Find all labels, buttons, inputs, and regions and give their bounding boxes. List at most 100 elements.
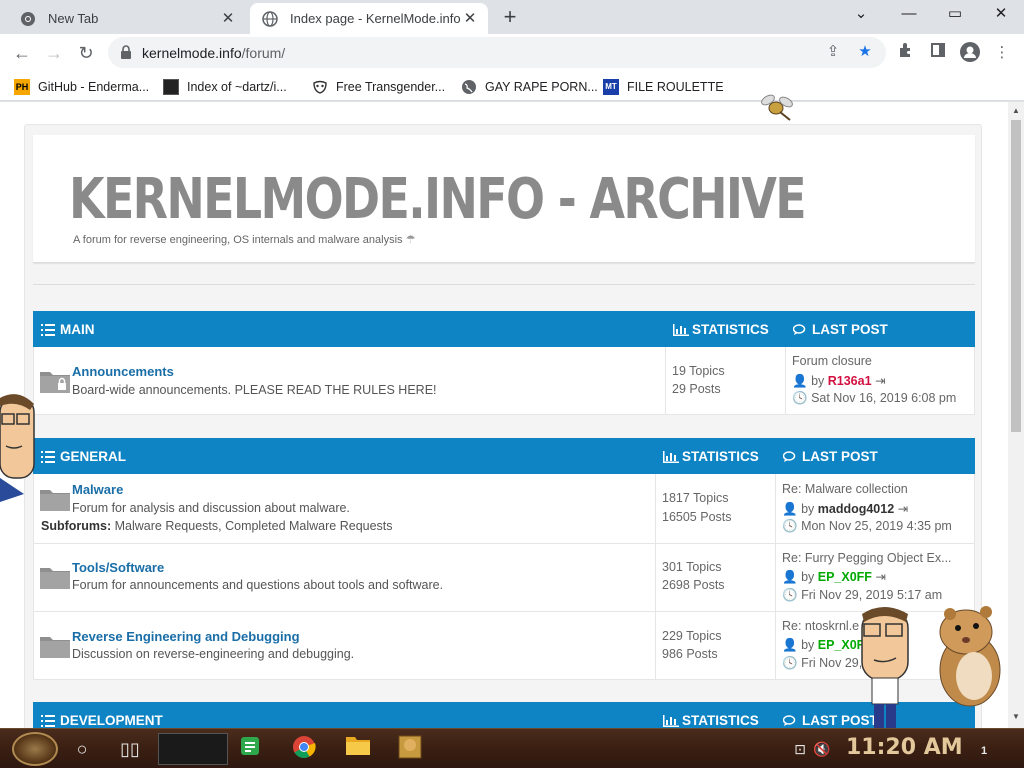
bookmark-item[interactable]: MT FILE ROULETTE — [603, 77, 724, 97]
browser-toolbar: ← → ↻ kernelmode.info/forum/ ⇪ ★ ⋮ — [0, 34, 1024, 72]
scrollbar-thumb[interactable] — [1011, 120, 1021, 432]
folder-locked-icon — [40, 369, 70, 393]
goto-post-icon[interactable]: ⇥ — [875, 570, 885, 584]
category-header: MAIN STATISTICS LAST POST — [33, 311, 975, 347]
last-post-title[interactable]: Re: ntoskrnl.e — [782, 619, 859, 633]
category-development: DEVELOPMENT STATISTICS LAST POST — [33, 702, 975, 728]
folder-icon — [40, 565, 70, 589]
star-icon[interactable]: ★ — [854, 41, 876, 63]
forum-last-post: Forum closure 👤 by R136a1 ⇥ 🕓 Sat Nov 16… — [785, 347, 975, 414]
start-button[interactable] — [12, 732, 58, 766]
ph-icon: PH — [14, 79, 30, 95]
category-title[interactable]: MAIN — [41, 322, 95, 337]
goto-post-icon[interactable]: ⇥ — [875, 374, 885, 388]
statistics-header: STATISTICS — [673, 322, 769, 337]
folder-icon — [40, 634, 70, 658]
new-tab-button[interactable]: + — [498, 6, 522, 30]
tab-new-tab[interactable]: New Tab ✕ — [8, 3, 246, 34]
spreadsheet-app-icon[interactable] — [236, 735, 264, 763]
forum-description: Forum for announcements and questions ab… — [72, 578, 444, 592]
last-post-author: 👤 by EP_X0FF ⇥ — [782, 570, 886, 584]
tab-title: New Tab — [48, 11, 99, 26]
username-link[interactable]: maddog4012 — [818, 502, 894, 516]
forum-stats: 301 Topics 2698 Posts — [655, 544, 775, 611]
notification-center-icon[interactable]: 1 — [970, 735, 998, 763]
restore-button[interactable]: ▭ — [932, 0, 978, 30]
forum-title-link[interactable]: Announcements — [72, 364, 174, 379]
comments-icon — [782, 714, 797, 727]
category-title[interactable]: GENERAL — [41, 449, 126, 464]
clock-icon: 🕓 — [792, 391, 808, 405]
taskbar-clock[interactable]: 11:20 AM — [846, 735, 963, 760]
share-icon[interactable]: ⇪ — [822, 41, 844, 63]
notification-count: 1 — [980, 745, 988, 757]
forum-title-link[interactable]: Malware — [72, 482, 123, 497]
task-view-icon[interactable]: ▯▯ — [116, 735, 144, 763]
taskbar-search-box[interactable] — [158, 733, 228, 765]
close-icon[interactable]: ✕ — [460, 9, 480, 29]
taskbar: ○ ▯▯ ⊡ 🔇 11:20 AM 1 — [0, 728, 1024, 768]
subforum-links[interactable]: Malware Requests, Completed Malware Requ… — [115, 519, 393, 533]
forum-description: Board-wide announcements. PLEASE READ TH… — [72, 383, 437, 397]
list-icon — [41, 323, 55, 336]
url-text: kernelmode.info/forum/ — [142, 45, 286, 61]
last-post-author: 👤 by maddog4012 ⇥ — [782, 502, 909, 516]
last-post-title[interactable]: Re: Malware collection — [782, 482, 908, 496]
user-icon: 👤 — [782, 570, 798, 584]
volume-muted-icon[interactable]: 🔇 — [808, 735, 836, 763]
reload-icon[interactable]: ↻ — [74, 41, 98, 65]
bookmarks-bar: PH GitHub - Enderma... Index of ~dartz/i… — [0, 72, 1024, 101]
last-post-title[interactable]: Forum closure — [792, 354, 872, 368]
cortana-icon[interactable]: ○ — [68, 735, 96, 763]
mt-icon: MT — [603, 79, 619, 95]
scroll-up-arrow-icon[interactable]: ▲ — [1012, 106, 1020, 115]
minimize-button[interactable]: — — [886, 0, 932, 30]
bookmark-item[interactable]: PH GitHub - Enderma... — [14, 77, 149, 97]
close-window-button[interactable]: ✕ — [978, 0, 1024, 30]
chrome-icon — [20, 11, 36, 27]
chrome-taskbar-icon[interactable] — [290, 735, 318, 763]
forum-last-post: Re: Furry Pegging Object Ex... 👤 by EP_X… — [775, 544, 975, 611]
game-app-icon[interactable] — [396, 735, 424, 763]
last-post-title[interactable]: Re: Furry Pegging Object Ex... — [782, 551, 952, 565]
clock-icon: 🕓 — [782, 656, 798, 670]
bookmark-item[interactable]: Free Transgender... — [312, 77, 445, 97]
category-header: DEVELOPMENT STATISTICS LAST POST — [33, 702, 975, 728]
clock-icon: 🕓 — [782, 519, 798, 533]
address-bar[interactable]: kernelmode.info/forum/ ⇪ ★ — [108, 37, 886, 68]
forum-title-link[interactable]: Reverse Engineering and Debugging — [72, 629, 300, 644]
goto-post-icon[interactable]: ⇥ — [898, 502, 908, 516]
file-explorer-icon[interactable] — [344, 735, 372, 763]
scroll-down-arrow-icon[interactable]: ▼ — [1012, 712, 1020, 721]
username-link[interactable]: EP_X0F — [818, 638, 865, 652]
tab-kernelmode[interactable]: Index page - KernelMode.info ✕ — [250, 3, 488, 34]
forum-description: Forum for analysis and discussion about … — [72, 501, 350, 515]
category-general: GENERAL STATISTICS LAST POST Malware For… — [33, 438, 975, 680]
close-icon[interactable]: ✕ — [218, 9, 238, 29]
last-post-header: LAST POST — [792, 322, 888, 337]
menu-icon[interactable]: ⋮ — [991, 42, 1013, 64]
forum-row: Malware Forum for analysis and discussio… — [33, 474, 975, 544]
side-panel-icon[interactable] — [927, 42, 949, 64]
comments-icon — [792, 323, 807, 336]
bookmark-item[interactable]: Index of ~dartz/i... — [163, 77, 287, 97]
category-title[interactable]: DEVELOPMENT — [41, 713, 163, 728]
bookmark-item[interactable]: GAY RAPE PORN... — [461, 77, 598, 97]
forum-title-link[interactable]: Tools/Software — [72, 560, 164, 575]
bar-chart-icon — [673, 323, 689, 336]
extensions-icon[interactable] — [895, 42, 917, 64]
back-arrow-icon[interactable]: ← — [10, 41, 34, 65]
list-icon — [41, 450, 55, 463]
username-link[interactable]: EP_X0FF — [818, 570, 872, 584]
forum-stats: 19 Topics 29 Posts — [665, 347, 785, 414]
globe-icon — [262, 10, 278, 27]
username-link[interactable]: R136a1 — [828, 374, 872, 388]
page-scrollbar[interactable]: ▲ ▼ — [1008, 102, 1024, 728]
profile-icon[interactable] — [959, 42, 981, 64]
forward-arrow-icon[interactable]: → — [42, 41, 66, 65]
site-title[interactable]: KERNELMODE.INFO - ARCHIVE — [69, 167, 807, 232]
forum-last-post: Re: ntoskrnl.e 👤 by EP_X0F 🕓 Fri Nov 29,… — [775, 612, 975, 679]
chevron-down-icon[interactable]: ⌄ — [838, 0, 884, 30]
clock-icon: 🕓 — [782, 588, 798, 602]
category-main: MAIN STATISTICS LAST POST Announcements … — [33, 311, 975, 415]
